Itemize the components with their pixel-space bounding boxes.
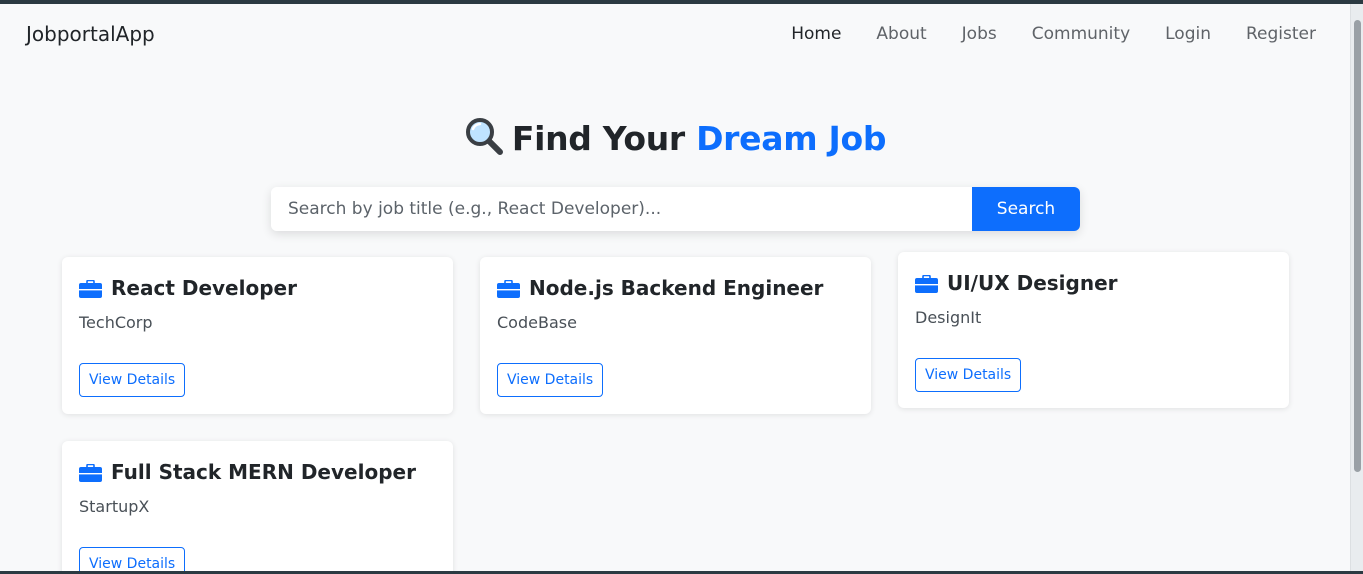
nav-link-jobs[interactable]: Jobs <box>962 24 997 44</box>
job-card: UI/UX Designer DesignIt View Details <box>898 252 1289 408</box>
job-title: Full Stack MERN Developer <box>79 460 416 484</box>
navbar: JobportalApp Home About Jobs Community L… <box>0 4 1350 66</box>
hero-title-accent: Dream Job <box>696 119 887 158</box>
job-title: Node.js Backend Engineer <box>497 276 823 300</box>
job-title-text: Full Stack MERN Developer <box>111 460 416 484</box>
briefcase-icon <box>915 274 938 293</box>
company-name: StartupX <box>79 497 150 516</box>
brand-logo[interactable]: JobportalApp <box>26 22 155 46</box>
view-details-button[interactable]: View Details <box>79 547 186 574</box>
nav-links: Home About Jobs Community Login Register <box>791 24 1316 44</box>
job-title-text: Node.js Backend Engineer <box>529 276 824 300</box>
view-details-button[interactable]: View Details <box>79 363 186 397</box>
nav-link-login[interactable]: Login <box>1165 24 1211 44</box>
hero-title-prefix: Find Your <box>511 119 697 158</box>
nav-link-register[interactable]: Register <box>1246 24 1316 44</box>
briefcase-icon <box>79 463 102 482</box>
hero-title: Find Your Dream Job <box>0 116 1350 158</box>
job-card: React Developer TechCorp View Details <box>62 257 453 414</box>
nav-link-about[interactable]: About <box>876 24 926 44</box>
job-card: Node.js Backend Engineer CodeBase View D… <box>480 257 871 414</box>
search-input[interactable] <box>271 187 972 231</box>
job-title-text: React Developer <box>111 276 297 300</box>
company-name: DesignIt <box>915 308 982 327</box>
magnifying-glass-icon <box>464 116 504 156</box>
company-name: TechCorp <box>79 313 153 332</box>
company-name: CodeBase <box>497 313 577 332</box>
briefcase-icon <box>79 279 102 298</box>
nav-link-home[interactable]: Home <box>791 24 841 44</box>
scrollbar[interactable] <box>1350 4 1363 571</box>
search-button[interactable]: Search <box>972 187 1080 231</box>
search-bar: Search <box>271 187 1080 231</box>
briefcase-icon <box>497 279 520 298</box>
view-details-button[interactable]: View Details <box>915 358 1022 392</box>
nav-link-community[interactable]: Community <box>1032 24 1130 44</box>
job-title: UI/UX Designer <box>915 271 1118 295</box>
view-details-button[interactable]: View Details <box>497 363 604 397</box>
job-card: Full Stack MERN Developer StartupX View … <box>62 441 453 574</box>
scrollbar-thumb[interactable] <box>1354 20 1361 472</box>
job-title: React Developer <box>79 276 297 300</box>
job-title-text: UI/UX Designer <box>947 271 1118 295</box>
